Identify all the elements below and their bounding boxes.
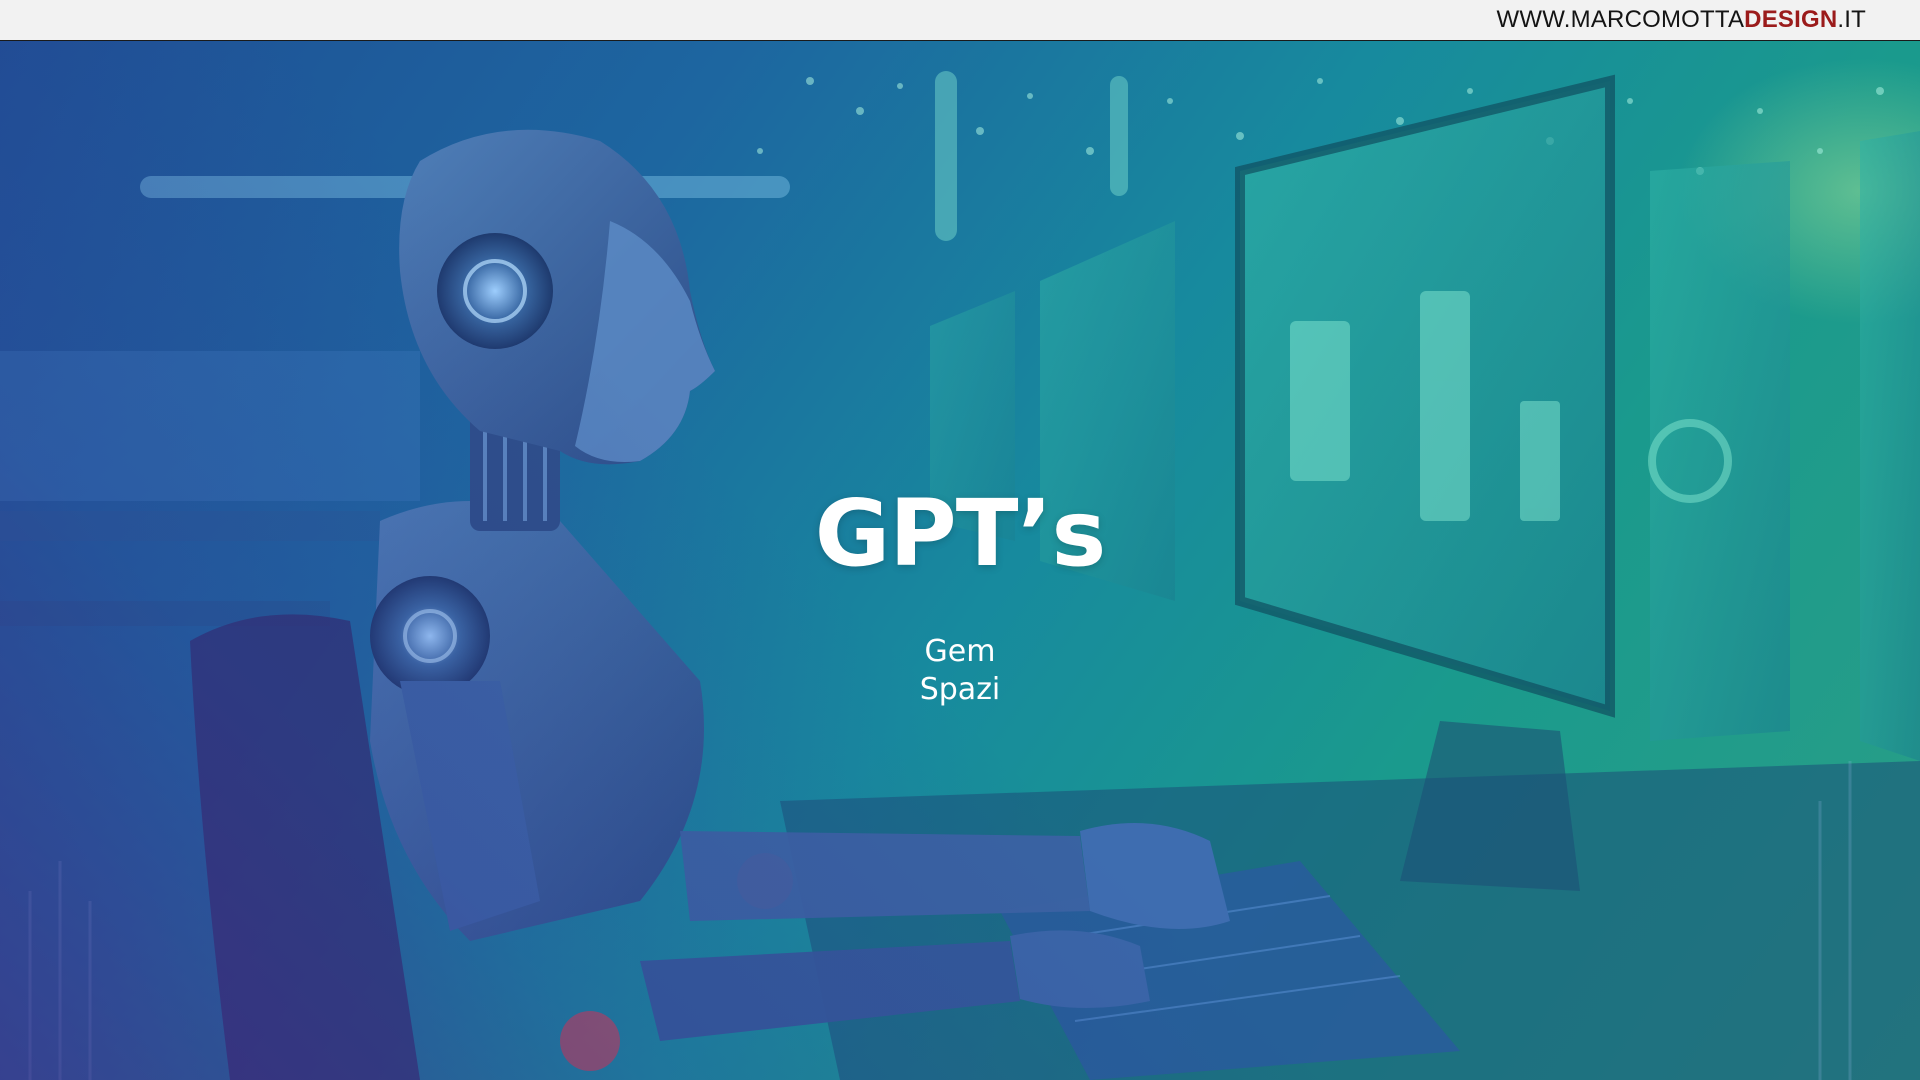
subtitle-item: Spazi <box>919 671 1001 707</box>
title-block: GPT’s Gem Spazi <box>0 481 1920 709</box>
site-url-main: WWW.MARCOMOTTA <box>1496 6 1745 33</box>
top-bar: WWW.MARCOMOTTADESIGN.IT <box>0 0 1920 41</box>
site-url-accent: DESIGN <box>1744 6 1838 33</box>
subtitle-list: Gem Spazi <box>0 633 1920 709</box>
slide: GPT’s Gem Spazi <box>0 41 1920 1080</box>
site-url-tail: .IT <box>1837 6 1866 33</box>
slide-title: GPT’s <box>814 480 1106 587</box>
subtitle-item: Gem <box>924 633 996 669</box>
site-url[interactable]: WWW.MARCOMOTTADESIGN.IT <box>1497 6 1866 34</box>
